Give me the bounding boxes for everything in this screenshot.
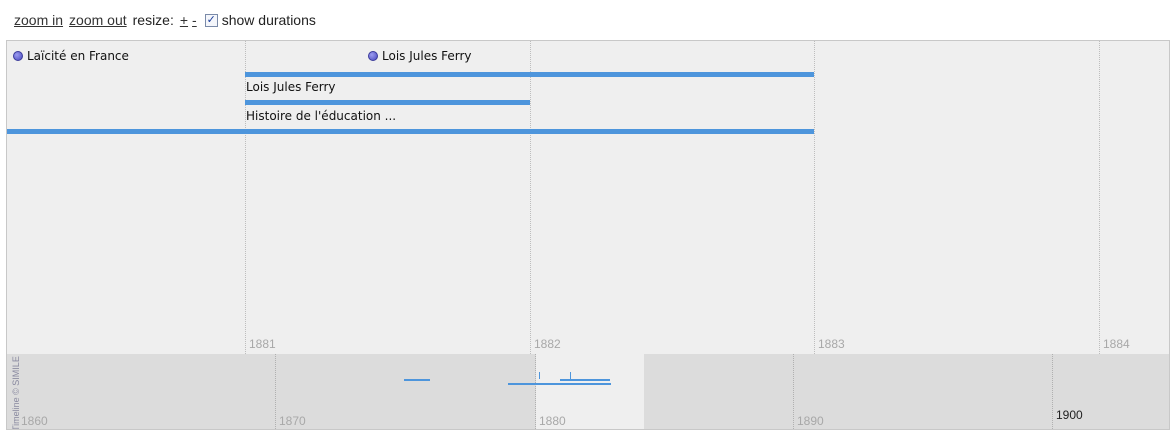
- duration-event-label[interactable]: Histoire de l'éducation ...: [246, 109, 396, 123]
- duration-bar[interactable]: [7, 129, 814, 134]
- year-tick: 1882: [534, 337, 561, 351]
- decade-tick: 1860: [21, 414, 48, 428]
- event-label: Lois Jules Ferry: [382, 49, 472, 63]
- simile-credit[interactable]: Timeline © SIMILE: [11, 356, 21, 429]
- gridline: [793, 354, 794, 429]
- overview-event-mark: [570, 372, 571, 379]
- decade-tick: 1900: [1056, 408, 1083, 422]
- decade-tick: 1890: [797, 414, 824, 428]
- overview-event-mark: [560, 379, 610, 381]
- overview-event-mark: [404, 379, 430, 381]
- timeline-widget[interactable]: 1881 1882 1883 1884 Laïcité en France Lo…: [6, 40, 1170, 430]
- zoom-in-link[interactable]: zoom in: [14, 12, 63, 28]
- show-durations-checkbox[interactable]: ✓: [204, 13, 218, 27]
- gridline: [1099, 41, 1100, 354]
- event-dot-icon: [368, 51, 378, 61]
- decade-tick: 1870: [279, 414, 306, 428]
- gridline: [814, 41, 815, 354]
- gridline: [275, 354, 276, 429]
- decade-tick: 1880: [539, 414, 566, 428]
- resize-label: resize:: [132, 12, 174, 28]
- timeline-upper-band[interactable]: [7, 41, 1169, 354]
- timeline-controls: zoom in zoom out resize: + - ✓ show dura…: [14, 8, 322, 32]
- duration-event-label[interactable]: Lois Jules Ferry: [246, 80, 336, 94]
- show-durations-label: show durations: [221, 12, 316, 28]
- overview-event-mark: [539, 372, 540, 379]
- year-tick: 1883: [818, 337, 845, 351]
- point-event[interactable]: Lois Jules Ferry: [368, 49, 472, 63]
- duration-bar[interactable]: [245, 100, 530, 105]
- year-tick: 1884: [1103, 337, 1130, 351]
- resize-plus-link[interactable]: +: [180, 12, 188, 28]
- gridline: [1052, 354, 1053, 429]
- duration-bar[interactable]: [245, 72, 814, 77]
- resize-minus-link[interactable]: -: [192, 12, 197, 28]
- gridline: [530, 41, 531, 354]
- zoom-out-link[interactable]: zoom out: [69, 12, 127, 28]
- gridline: [535, 354, 536, 429]
- event-dot-icon: [13, 51, 23, 61]
- point-event[interactable]: Laïcité en France: [13, 49, 129, 63]
- overview-event-mark: [508, 383, 611, 385]
- year-tick: 1881: [249, 337, 276, 351]
- event-label: Laïcité en France: [27, 49, 129, 63]
